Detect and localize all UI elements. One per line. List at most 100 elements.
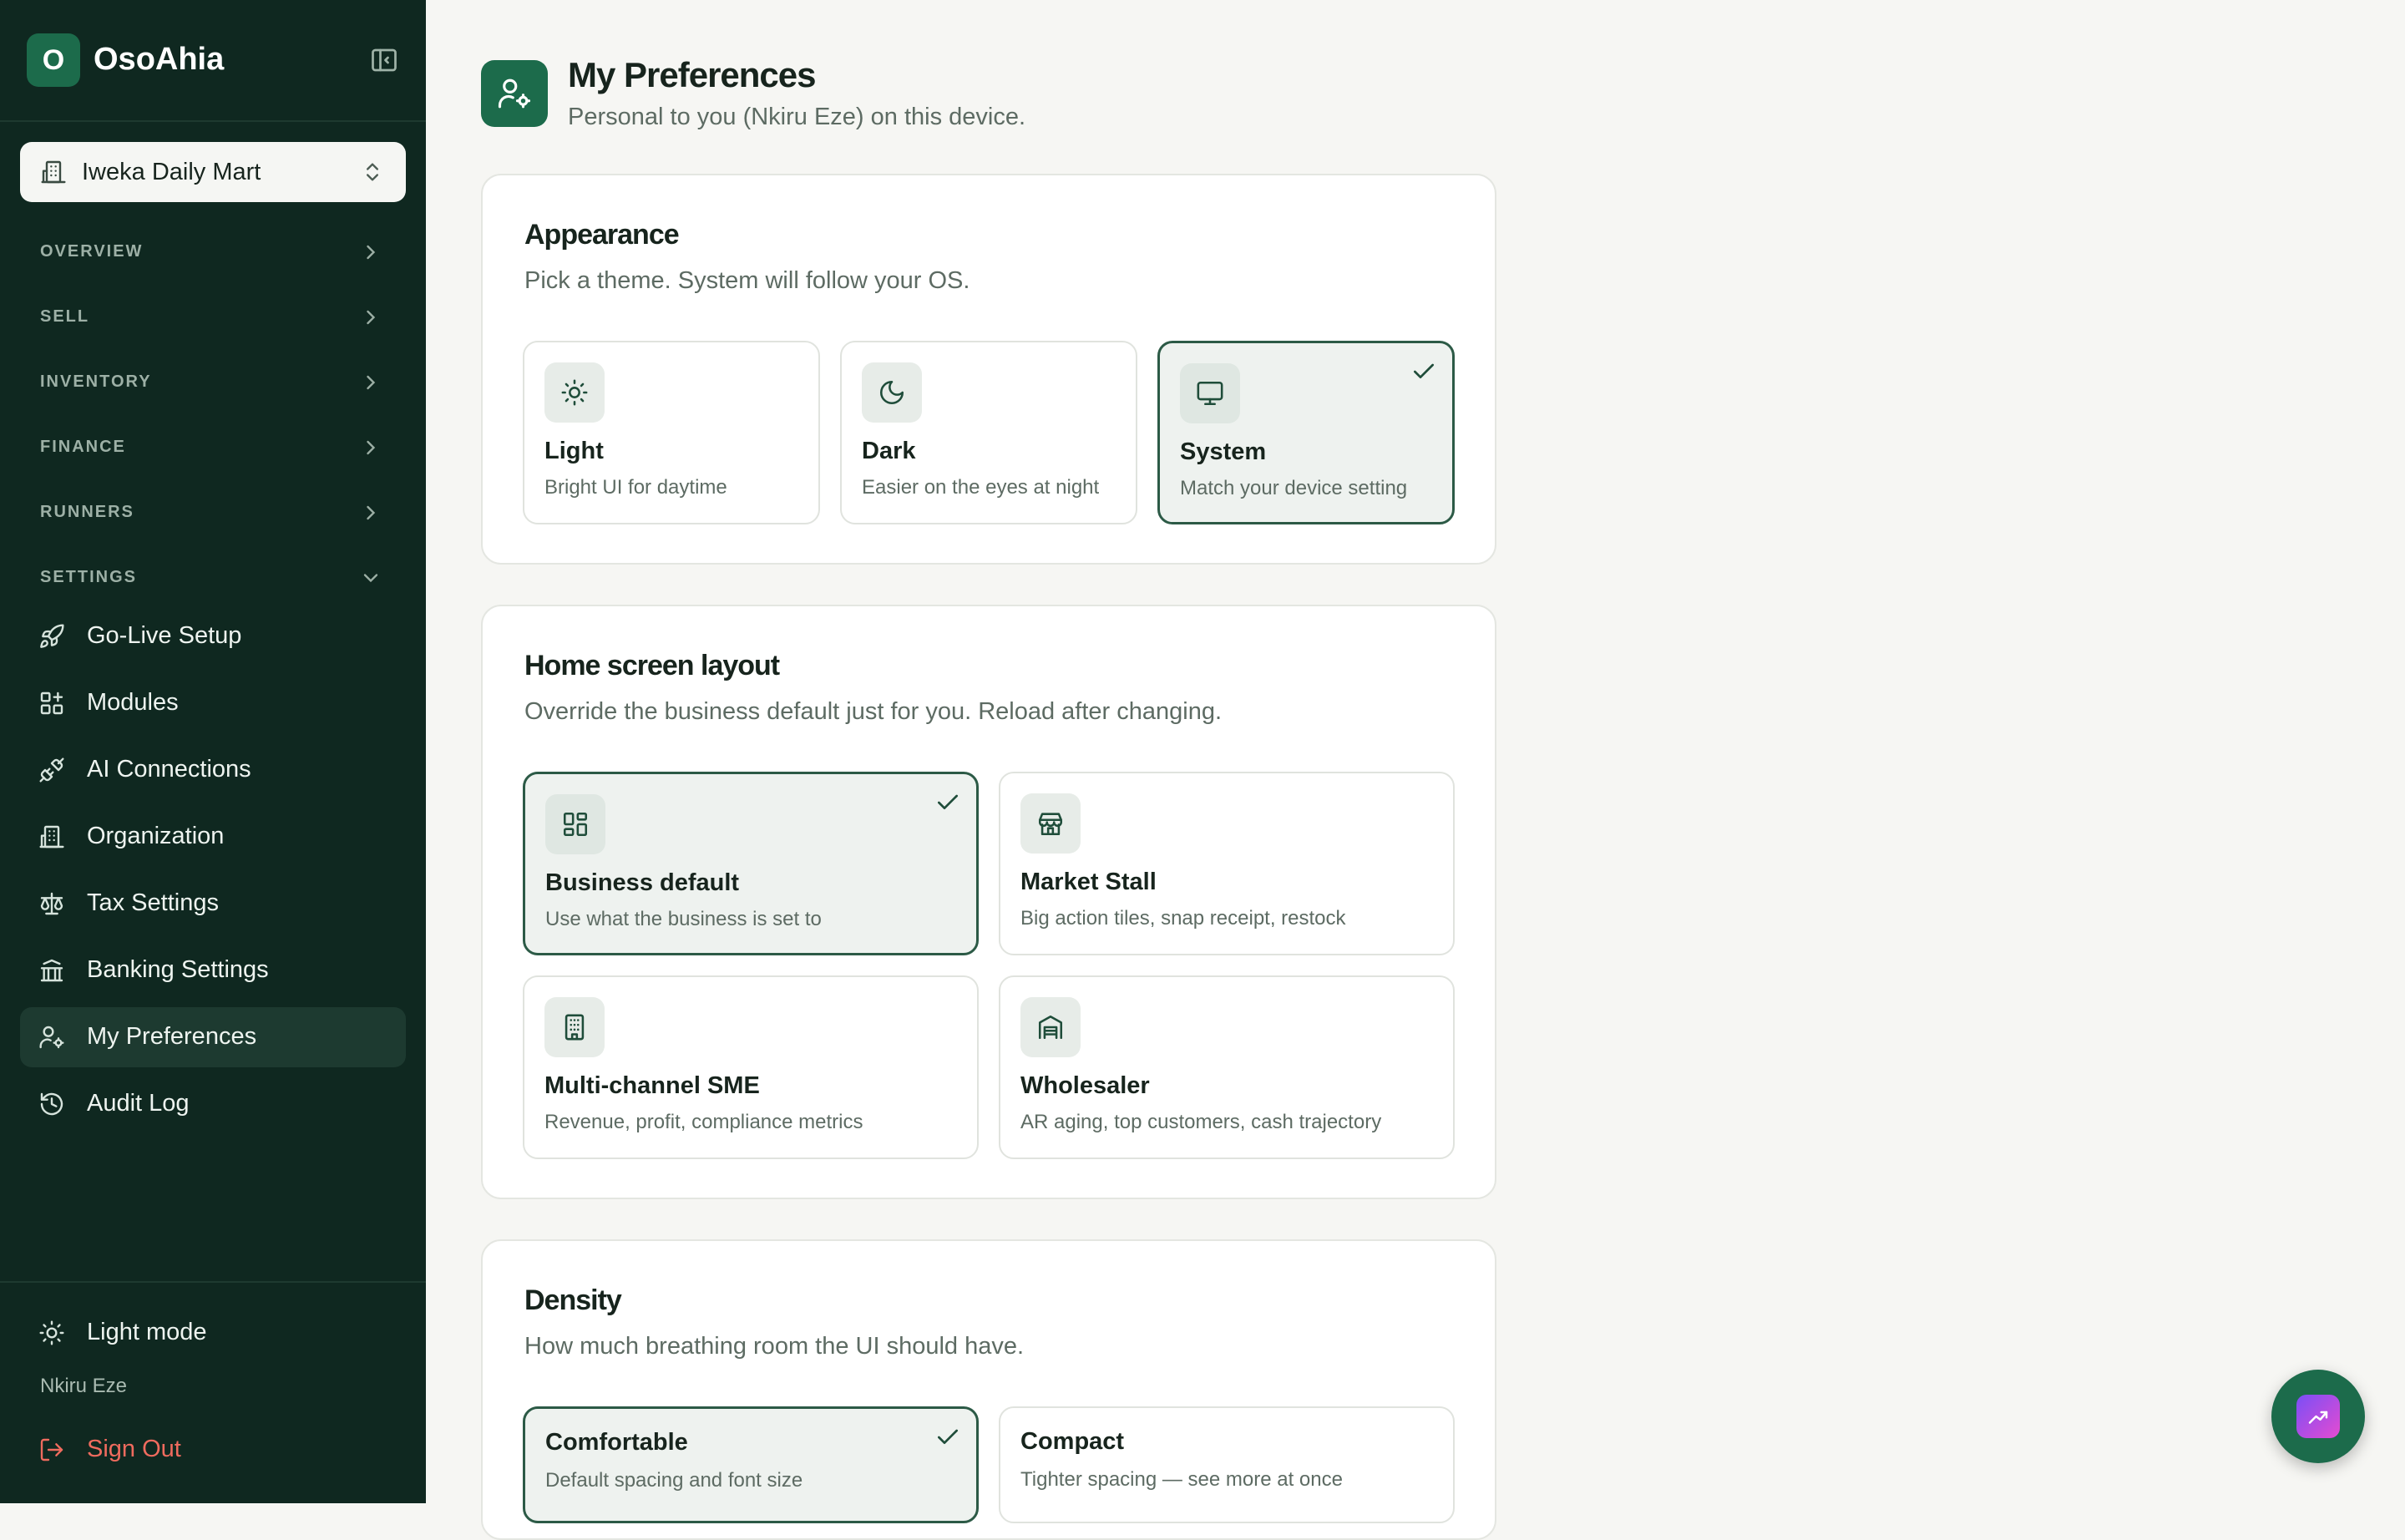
theme-option-system[interactable]: System Match your device setting [1157,341,1455,524]
history-icon [38,1091,65,1117]
dashboard-icon [545,794,605,854]
appearance-card: Appearance Pick a theme. System will fol… [481,174,1496,565]
sign-out-label: Sign Out [87,1436,181,1462]
building-icon [40,159,67,185]
insights-fab-button[interactable] [2271,1370,2365,1463]
sidebar-divider [0,120,426,122]
density-option-compact[interactable]: Compact Tighter spacing — see more at on… [999,1406,1455,1523]
monitor-icon [1180,363,1240,423]
option-description: Default spacing and font size [545,1469,803,1492]
sidebar-item-label: Organization [87,823,225,849]
option-description: Use what the business is set to [545,908,822,930]
section-label: RUNNERS [40,503,134,521]
card-title: Density [524,1284,622,1316]
sidebar-item-label: Modules [87,689,179,716]
page-subtitle: Personal to you (Nkiru Eze) on this devi… [568,104,1026,130]
sidebar-item-modules[interactable]: Modules [20,673,406,733]
sidebar-item-my-preferences[interactable]: My Preferences [20,1007,406,1067]
sidebar-item-label: AI Connections [87,756,251,783]
section-label: OVERVIEW [40,242,144,261]
layout-option-multi-channel-sme[interactable]: Multi-channel SME Revenue, profit, compl… [523,975,979,1159]
option-title: Light [544,438,604,464]
sun-icon [38,1320,65,1346]
nav-section-runners[interactable]: RUNNERS [40,496,382,529]
sign-out-button[interactable]: Sign Out [20,1420,406,1480]
layout-option-wholesaler[interactable]: Wholesaler AR aging, top customers, cash… [999,975,1455,1159]
card-title: Appearance [524,219,680,251]
card-subtitle: Pick a theme. System will follow your OS… [524,267,970,294]
store-icon [1020,793,1081,854]
option-description: Revenue, profit, compliance metrics [544,1111,863,1133]
check-icon [934,789,961,816]
card-title: Home screen layout [524,650,780,681]
sidebar-item-ai-connections[interactable]: AI Connections [20,740,406,800]
log-out-icon [38,1436,65,1463]
section-label: FINANCE [40,438,126,456]
option-description: Easier on the eyes at night [862,476,1100,499]
layout-option-market-stall[interactable]: Market Stall Big action tiles, snap rece… [999,772,1455,955]
theme-option-light[interactable]: Light Bright UI for daytime [523,341,820,524]
sidebar-item-label: My Preferences [87,1023,257,1050]
option-title: Business default [545,869,740,896]
sidebar-item-go-live-setup[interactable]: Go-Live Setup [20,606,406,666]
option-title: Multi-channel SME [544,1072,760,1099]
option-description: Bright UI for daytime [544,476,727,499]
density-card: Density How much breathing room the UI s… [481,1239,1496,1540]
bank-icon [38,957,65,984]
sidebar-item-label: Banking Settings [87,956,269,983]
office-icon [544,997,605,1057]
moon-icon [862,362,922,423]
sidebar-item-audit-log[interactable]: Audit Log [20,1074,406,1134]
rocket-icon [38,623,65,650]
theme-toggle-label: Light mode [87,1319,207,1345]
chevron-right-icon [359,371,382,394]
section-label: SELL [40,307,90,326]
layout-option-business-default[interactable]: Business default Use what the business i… [523,772,979,955]
brand-logo: O [27,33,80,87]
brand-name: OsoAhia [94,42,225,77]
scale-icon [38,890,65,917]
option-description: Match your device setting [1180,477,1408,499]
trending-up-icon [2296,1395,2340,1438]
option-title: Market Stall [1020,869,1157,895]
theme-toggle[interactable]: Light mode [20,1303,406,1363]
chevron-down-icon [359,566,382,590]
option-title: Comfortable [545,1429,688,1456]
option-description: Big action tiles, snap receipt, restock [1020,907,1346,930]
check-icon [934,1424,961,1451]
option-description: Tighter spacing — see more at once [1020,1468,1343,1491]
card-subtitle: Override the business default just for y… [524,698,1223,725]
modules-icon [38,690,65,717]
nav-section-sell[interactable]: SELL [40,301,382,334]
plug-icon [38,757,65,783]
chevron-right-icon [359,501,382,524]
chevron-right-icon [359,241,382,264]
warehouse-icon [1020,997,1081,1057]
nav-section-inventory[interactable]: INVENTORY [40,366,382,399]
nav-section-settings[interactable]: SETTINGS [40,561,382,595]
check-icon [1410,358,1437,385]
sidebar: O OsoAhia Iweka Daily Mart OVERVIEW SELL [0,0,426,1503]
store-selector[interactable]: Iweka Daily Mart [20,142,406,202]
nav-section-overview[interactable]: OVERVIEW [40,236,382,269]
user-cog-icon [481,60,548,127]
sidebar-item-tax-settings[interactable]: Tax Settings [20,874,406,934]
option-title: System [1180,438,1267,465]
sidebar-item-banking-settings[interactable]: Banking Settings [20,940,406,1000]
building-icon [38,823,65,850]
sidebar-item-label: Audit Log [87,1090,190,1117]
chevron-right-icon [359,436,382,459]
density-option-comfortable[interactable]: Comfortable Default spacing and font siz… [523,1406,979,1523]
home-layout-card: Home screen layout Override the business… [481,605,1496,1199]
section-label: INVENTORY [40,372,152,391]
store-name: Iweka Daily Mart [82,159,261,185]
section-label: SETTINGS [40,568,138,586]
option-title: Dark [862,438,916,464]
nav-section-finance[interactable]: FINANCE [40,431,382,464]
brand: O OsoAhia [27,33,399,87]
sidebar-item-organization[interactable]: Organization [20,807,406,867]
sidebar-collapse-icon[interactable] [369,45,399,75]
current-user-name: Nkiru Eze [40,1375,128,1397]
theme-option-dark[interactable]: Dark Easier on the eyes at night [840,341,1137,524]
sun-icon [544,362,605,423]
